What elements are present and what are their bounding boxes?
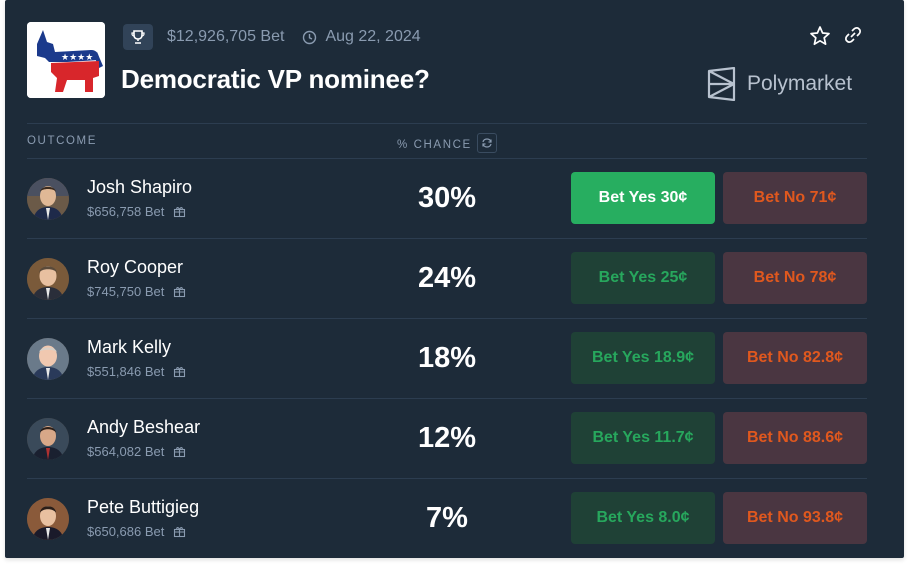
chance-value: 12% [417,422,477,454]
polymarket-logo-icon [707,67,736,101]
candidate-avatar [27,498,69,540]
chance-column-label: % CHANCE [397,139,472,152]
bet-yes-button[interactable]: Bet Yes 30¢ [571,172,715,224]
candidate-name[interactable]: Andy Beshear [87,417,200,438]
gift-icon [174,287,186,298]
polymarket-brand[interactable]: Polymarket [707,67,852,101]
market-volume: $12,926,705 Bet [167,28,285,45]
candidate-name[interactable]: Mark Kelly [87,337,171,358]
chance-column-header[interactable]: % CHANCE [397,133,497,155]
link-icon[interactable] [843,25,863,50]
gift-icon [174,367,186,378]
candidate-volume: $656,758 Bet [87,204,186,219]
bet-yes-button[interactable]: Bet Yes 11.7¢ [571,412,715,464]
gift-icon [174,447,186,458]
market-logo: ★★★★ [27,22,105,98]
bet-no-button[interactable]: Bet No 82.8¢ [723,332,867,384]
volume-text: $551,846 Bet [87,364,165,379]
market-meta: $12,926,705 Bet Aug 22, 2024 [123,24,421,50]
volume-text: $656,758 Bet [87,204,165,219]
market-date: Aug 22, 2024 [325,28,421,45]
market-title: Democratic VP nominee? [121,64,430,94]
clock-icon [302,30,317,45]
outcome-row: Mark Kelly $551,846 Bet 18% Bet Yes 18.9… [5,319,904,399]
candidate-name[interactable]: Josh Shapiro [87,177,192,198]
volume-text: $745,750 Bet [87,284,165,299]
chance-value: 24% [417,262,477,294]
chance-value: 30% [417,182,477,214]
bet-yes-button[interactable]: Bet Yes 18.9¢ [571,332,715,384]
divider [27,123,867,124]
candidate-volume: $745,750 Bet [87,284,186,299]
bet-no-button[interactable]: Bet No 88.6¢ [723,412,867,464]
candidate-volume: $564,082 Bet [87,444,186,459]
outcome-row: Andy Beshear $564,082 Bet 12% Bet Yes 11… [5,399,904,479]
gift-icon [174,527,186,538]
candidate-avatar [27,258,69,300]
candidate-name[interactable]: Roy Cooper [87,257,183,278]
bet-no-button[interactable]: Bet No 78¢ [723,252,867,304]
bet-no-button[interactable]: Bet No 71¢ [723,172,867,224]
outcome-row: Roy Cooper $745,750 Bet 24% Bet Yes 25¢ … [5,239,904,319]
chance-value: 18% [417,342,477,374]
bet-no-button[interactable]: Bet No 93.8¢ [723,492,867,544]
volume-text: $564,082 Bet [87,444,165,459]
outcome-column-header: OUTCOME [27,135,97,147]
bet-yes-button[interactable]: Bet Yes 8.0¢ [571,492,715,544]
candidate-avatar [27,338,69,380]
candidate-volume: $551,846 Bet [87,364,186,379]
market-card: ★★★★ $12,926,705 Bet Aug 22, 2024 Democr… [5,0,904,558]
bet-yes-button[interactable]: Bet Yes 25¢ [571,252,715,304]
refresh-icon[interactable] [476,133,497,153]
candidate-name[interactable]: Pete Buttigieg [87,497,199,518]
outcome-row: Pete Buttigieg $650,686 Bet 7% Bet Yes 8… [5,479,904,558]
chance-value: 7% [426,502,468,534]
volume-text: $650,686 Bet [87,524,165,539]
candidate-avatar [27,418,69,460]
brand-name: Polymarket [747,72,853,95]
gift-icon [174,207,186,218]
star-icon[interactable] [809,25,831,52]
trophy-icon [123,24,153,50]
outcome-row: Josh Shapiro $656,758 Bet 30% Bet Yes 30… [5,159,904,239]
candidate-avatar [27,178,69,220]
candidate-volume: $650,686 Bet [87,524,186,539]
